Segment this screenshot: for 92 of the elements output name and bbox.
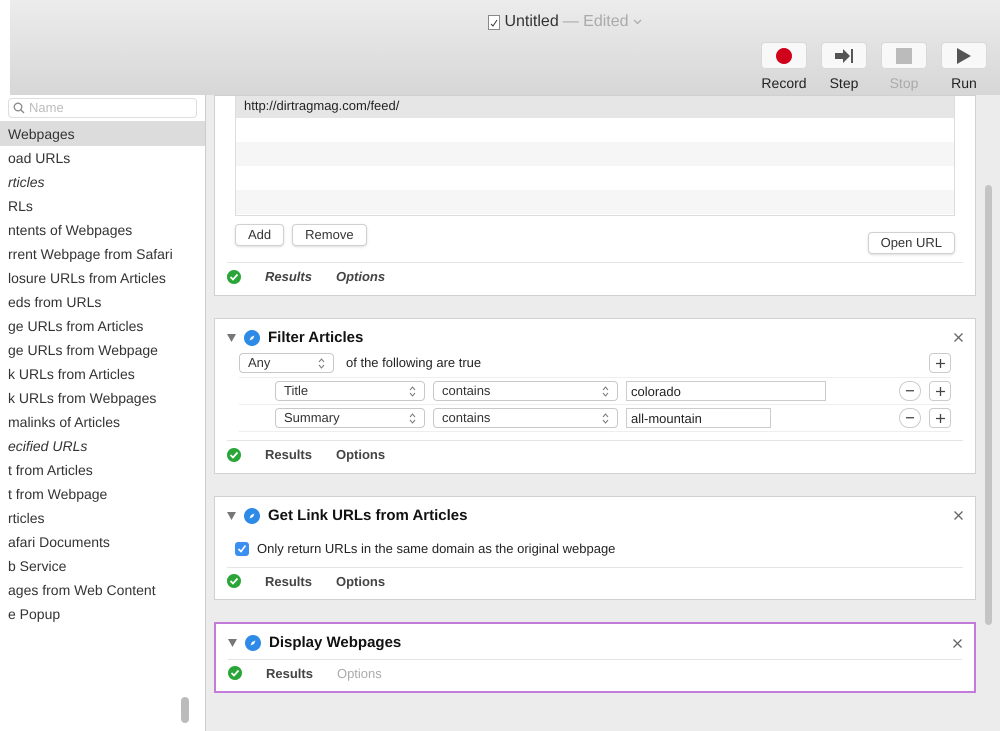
checkbox[interactable] [235,542,249,556]
url-row[interactable]: http://dirtragmag.com/feed/ [236,96,954,118]
action-title: Get Link URLs from Articles [268,506,468,526]
record-icon [775,46,793,64]
add-rule-button[interactable] [929,408,951,428]
step-icon [834,48,854,64]
compass-icon [244,508,260,524]
compass-icon [245,635,261,652]
library-item[interactable]: ages from Web Content [0,578,205,602]
add-rule-button[interactable] [929,381,951,401]
disclosure-triangle-icon[interactable] [228,639,237,648]
value-field[interactable]: colorado [626,381,826,401]
up-down-arrows-icon [409,412,416,424]
list-button[interactable]: Add [235,224,284,246]
library-item[interactable]: rticles [0,506,205,530]
library-item[interactable]: b Service [0,554,205,578]
disclosure-triangle-icon[interactable] [227,512,236,520]
play-icon [956,46,972,64]
popup-menu[interactable]: contains [433,408,618,428]
rule-caption: of the following are true [346,354,482,372]
success-icon [227,448,241,462]
options-tab[interactable]: Options [336,445,386,464]
checkbox-label: Only return URLs in the same domain as the original webpage [257,540,616,558]
results-tab[interactable]: Results [265,572,312,591]
library-item[interactable]: t from Webpage [0,482,205,506]
options-tab[interactable]: Options [336,572,386,591]
action-card[interactable]: http://dirtragmag.com/feed/ Add Remove Open URL Results Options [214,95,976,296]
plus-icon [936,358,944,368]
up-down-arrows-icon [602,386,609,396]
library-item[interactable]: ecified URLs [0,434,205,458]
popup-menu[interactable]: Any [239,353,334,373]
library-item[interactable]: eds from URLs [0,290,205,314]
toolbar-button[interactable]: Record [760,42,808,94]
library-item[interactable]: ge URLs from Webpage [0,338,205,362]
library-item[interactable]: e Popup [0,602,205,626]
window-status: — Edited [562,12,629,32]
minus-icon [906,390,914,392]
library-item[interactable]: ntents of Webpages [0,218,205,242]
library-item[interactable]: oad URLs [0,146,205,170]
popup-menu[interactable]: Summary [275,408,425,428]
results-tab[interactable]: Results [266,664,313,683]
toolbar-button[interactable]: Step [820,42,868,94]
remove-rule-button[interactable] [899,381,921,401]
library-item[interactable]: Webpages [0,122,205,146]
stop-icon [896,48,912,64]
add-rule-button[interactable] [929,353,951,373]
library-item[interactable]: ge URLs from Articles [0,314,205,338]
window-title: Untitled [504,12,559,32]
remove-rule-button[interactable] [899,408,921,428]
plus-icon [936,386,944,396]
compass-icon [244,330,260,346]
action-card[interactable]: Display Webpages Results Options [214,622,976,693]
library-item[interactable]: afari Documents [0,530,205,554]
scrollbar[interactable] [985,185,992,625]
library-item[interactable]: rticles [0,170,205,194]
library-item[interactable]: RLs [0,194,205,218]
options-tab[interactable]: Options [336,267,386,286]
search-icon [13,102,25,114]
up-down-arrows-icon [318,358,325,368]
library-item[interactable]: rrent Webpage from Safari [0,242,205,266]
up-down-arrows-icon [602,412,609,424]
success-icon [227,270,241,284]
library-item[interactable]: t from Articles [0,458,205,482]
popup-menu[interactable]: Title [275,381,425,401]
action-card[interactable]: Filter Articles Any of the following are true Title contains colorado Summary contains all-mountain Results Options [214,318,976,474]
document-icon [488,14,500,30]
search-field[interactable]: Name [8,98,197,118]
value-field[interactable]: all-mountain [626,408,771,428]
library-item[interactable]: k URLs from Articles [0,362,205,386]
action-card[interactable]: Get Link URLs from Articles Only return URLs in the same domain as the original webpage Results Options [214,496,976,600]
success-icon [227,574,241,588]
action-title: Display Webpages [269,633,402,653]
popup-menu[interactable]: contains [433,381,618,401]
results-tab[interactable]: Results [265,267,312,286]
success-icon [228,666,242,680]
open-url-button[interactable]: Open URL [868,232,955,254]
library-item[interactable]: losure URLs from Articles [0,266,205,290]
plus-icon [936,414,944,422]
scrollbar[interactable] [181,697,189,723]
toolbar-button[interactable]: Run [940,42,988,94]
list-button[interactable]: Remove [292,224,367,246]
disclosure-triangle-icon[interactable] [227,334,236,342]
up-down-arrows-icon [409,386,416,396]
library-item[interactable]: malinks of Articles [0,410,205,434]
close-icon[interactable] [954,511,963,520]
action-title: Filter Articles [268,328,364,348]
library-item[interactable]: k URLs from Webpages [0,386,205,410]
results-tab[interactable]: Results [265,445,312,464]
search-input[interactable]: Name [29,98,169,118]
close-icon[interactable] [954,333,963,342]
minus-icon [906,417,914,419]
close-icon[interactable] [953,638,962,648]
